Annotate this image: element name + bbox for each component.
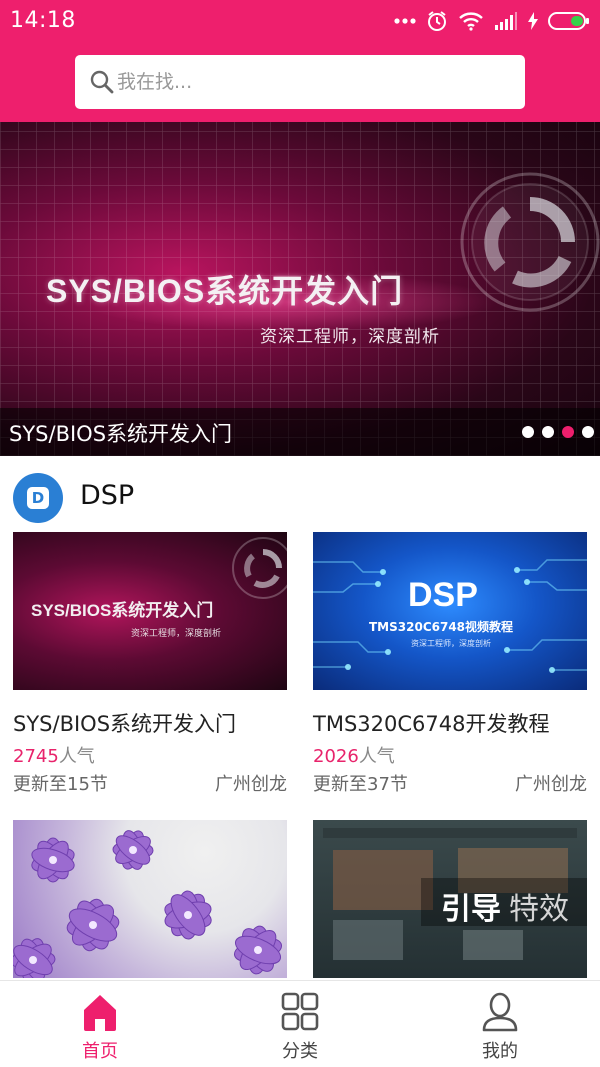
course-author: 广州创龙 (215, 774, 287, 795)
thumbnail-title-bold: 引导 (441, 892, 501, 927)
status-bar: 14:18 (0, 0, 600, 44)
carousel-dot-active[interactable] (562, 426, 574, 438)
battery-icon (548, 11, 590, 31)
course-thumbnail-flower[interactable] (13, 820, 287, 978)
status-time: 14:18 (10, 8, 76, 33)
nav-label: 分类 (282, 1041, 318, 1062)
course-card[interactable]: 引导 特效 (313, 820, 587, 980)
thumbnail-ring-graphic (232, 537, 287, 599)
popularity-suffix: 人气 (358, 746, 395, 767)
category-grid-icon (281, 992, 319, 1031)
course-card[interactable]: SYS/BIOS系统开发入门 资深工程师，深度剖析 SYS/BIOS系统开发入门… (13, 532, 287, 802)
banner-caption: SYS/BIOS系统开发入门 (9, 422, 233, 446)
home-icon (84, 995, 116, 1031)
banner-carousel[interactable]: SYS/BIOS系统开发入门 资深工程师，深度剖析 SYS/BIOS系统开发入门 (0, 122, 600, 456)
course-title[interactable]: SYS/BIOS系统开发入门 (13, 708, 236, 738)
top-header (0, 44, 600, 122)
thumbnail-subtitle-small: 资深工程师，深度剖析 (411, 639, 491, 648)
thumbnail-title: DSP (408, 576, 478, 614)
course-thumbnail[interactable]: SYS/BIOS系统开发入门 资深工程师，深度剖析 (13, 532, 287, 690)
course-update-status: 更新至15节 (13, 774, 108, 795)
dsp-logo-letter: D (31, 489, 45, 507)
user-icon (482, 992, 518, 1032)
alarm-icon (426, 10, 448, 32)
carousel-indicator (522, 426, 594, 438)
carousel-dot[interactable] (582, 426, 594, 438)
dsp-logo-icon: D (13, 473, 63, 523)
course-card[interactable] (13, 820, 287, 980)
nav-label: 首页 (82, 1041, 118, 1062)
search-box[interactable] (75, 55, 525, 109)
carousel-dot[interactable] (522, 426, 534, 438)
nav-item-category[interactable]: 分类 (200, 981, 400, 1067)
course-thumbnail[interactable]: DSP TMS320C6748视频教程 资深工程师，深度剖析 (313, 532, 587, 690)
signal-icon (494, 11, 518, 31)
wifi-icon (458, 11, 484, 31)
banner-image-title: SYS/BIOS系统开发入门 (46, 273, 404, 309)
search-icon (90, 70, 114, 94)
thumbnail-title: SYS/BIOS系统开发入门 (31, 601, 214, 620)
bottom-navigation: 首页 分类 我的 (0, 980, 600, 1067)
carousel-dot[interactable] (542, 426, 554, 438)
course-popularity: 2026人气 (313, 742, 395, 768)
nav-label: 我的 (482, 1041, 518, 1062)
course-popularity: 2745人气 (13, 742, 95, 768)
popularity-number: 2026 (313, 746, 359, 767)
thumbnail-subtitle: TMS320C6748视频教程 (369, 620, 514, 634)
section-header-dsp[interactable]: D DSP (0, 456, 600, 532)
banner-caption-bar: SYS/BIOS系统开发入门 (0, 408, 600, 456)
course-update-status: 更新至37节 (313, 774, 408, 795)
thumbnail-subtitle: 资深工程师，深度剖析 (131, 629, 222, 639)
banner-ring-graphic (460, 172, 600, 312)
section-title: DSP (80, 480, 135, 511)
banner-image-subtitle: 资深工程师，深度剖析 (260, 327, 440, 347)
nav-item-profile[interactable]: 我的 (400, 981, 600, 1067)
course-author: 广州创龙 (515, 774, 587, 795)
search-input[interactable] (117, 71, 497, 93)
flower-image (13, 830, 283, 978)
status-icons (394, 8, 590, 34)
course-title[interactable]: TMS320C6748开发教程 (313, 708, 549, 738)
popularity-suffix: 人气 (58, 746, 95, 767)
nav-item-home[interactable]: 首页 (0, 981, 200, 1067)
charging-icon (528, 12, 538, 30)
more-dots-icon (394, 18, 416, 24)
course-card[interactable]: DSP TMS320C6748视频教程 资深工程师，深度剖析 TMS320C67… (313, 532, 587, 802)
thumbnail-title-light: 特效 (509, 892, 569, 927)
course-thumbnail-guide[interactable]: 引导 特效 (313, 820, 587, 978)
popularity-number: 2745 (13, 746, 59, 767)
